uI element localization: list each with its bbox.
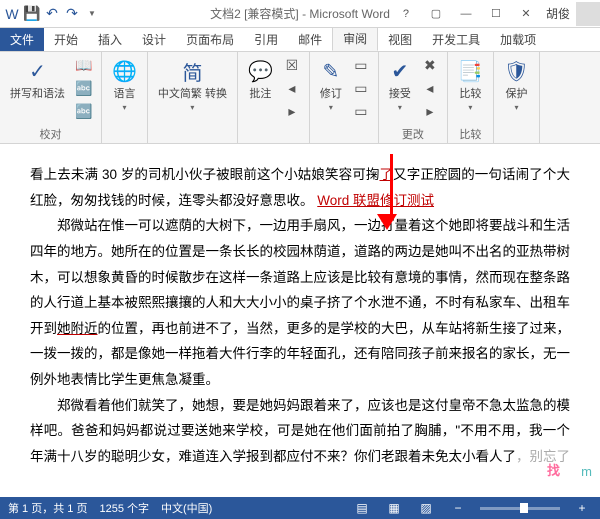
tab-mailings[interactable]: 邮件 (288, 28, 332, 51)
document-content[interactable]: 看上去未满 30 岁的司机小伙子被眼前这个小姑娘笑容可掬了又字正腔圆的一句话闹了… (30, 162, 570, 470)
tracked-text[interactable]: 她附近 (57, 321, 98, 336)
next-comment-icon[interactable]: ▸ (281, 100, 303, 122)
compare-icon: 📑 (458, 56, 483, 86)
delete-comment-icon[interactable]: ☒ (281, 54, 303, 76)
tab-view[interactable]: 视图 (378, 28, 422, 51)
annotation-arrow (385, 154, 397, 230)
qat-dropdown-icon[interactable]: ▼ (84, 6, 100, 22)
group-compare: 📑 比较▾ 比较 (448, 52, 494, 143)
paragraph-2[interactable]: 郑微站在惟一可以遮荫的大树下，一边用手扇风，一边打量着这个她即将要战斗和生活四年… (30, 213, 570, 392)
view-web-icon[interactable]: ▨ (416, 500, 436, 516)
group-protect: 🛡 保护▾ (494, 52, 540, 143)
ribbon-display-icon[interactable]: ▢ (422, 4, 450, 24)
accept-button[interactable]: ✔ 接受▾ (385, 54, 415, 116)
undo-icon[interactable]: ↶ (44, 6, 60, 22)
revision-link[interactable]: Word 联盟修订测试 (317, 193, 434, 208)
minimize-icon[interactable]: — (452, 4, 480, 24)
prev-change-icon[interactable]: ◂ (419, 77, 441, 99)
protect-icon: 🛡 (504, 56, 529, 86)
chinese-convert-button[interactable]: 简 中文简繁 转换▾ (154, 54, 231, 116)
group-proofing: ✓ 拼写和语法 📖 🔤 🔤 校对 (0, 52, 102, 143)
zoom-out-icon[interactable]: − (448, 500, 468, 516)
reviewing-pane-icon[interactable]: ▭ (350, 100, 372, 122)
overlay-text-red: 找 (547, 460, 560, 479)
tab-review[interactable]: 审阅 (332, 26, 378, 51)
redo-icon[interactable]: ↷ (64, 6, 80, 22)
tab-insert[interactable]: 插入 (88, 28, 132, 51)
tab-home[interactable]: 开始 (44, 28, 88, 51)
spelling-button[interactable]: ✓ 拼写和语法 (6, 54, 69, 103)
spelling-icon: ✓ (29, 56, 46, 86)
status-bar: 第 1 页，共 1 页 1255 个字 中文(中国) ▤ ▦ ▨ − + (0, 497, 600, 519)
zoom-in-icon[interactable]: + (572, 500, 592, 516)
ribbon: ✓ 拼写和语法 📖 🔤 🔤 校对 🌐 语言▾ 简 中文简繁 转换▾ 💬 批注 (0, 52, 600, 144)
window-title: 文档2 [兼容模式] - Microsoft Word (210, 5, 390, 22)
define-icon[interactable]: 🔤 (73, 100, 95, 122)
display-select-icon[interactable]: ▭ (350, 54, 372, 76)
language-icon: 🌐 (112, 56, 137, 86)
tab-file[interactable]: 文件 (0, 28, 44, 51)
paragraph-1[interactable]: 看上去未满 30 岁的司机小伙子被眼前这个小姑娘笑容可掬了又字正腔圆的一句话闹了… (30, 162, 570, 213)
ribbon-tabs: 文件 开始 插入 设计 页面布局 引用 邮件 审阅 视图 开发工具 加载项 (0, 28, 600, 52)
protect-button[interactable]: 🛡 保护▾ (500, 54, 533, 116)
document-area[interactable]: 看上去未满 30 岁的司机小伙子被眼前这个小姑娘笑容可掬了又字正腔圆的一句话闹了… (0, 144, 600, 479)
reject-icon[interactable]: ✖ (419, 54, 441, 76)
tab-design[interactable]: 设计 (132, 28, 176, 51)
group-tracking: ✎ 修订▾ ▭ ▭ ▭ (310, 52, 379, 143)
compare-button[interactable]: 📑 比较▾ (454, 54, 487, 116)
group-language: 🌐 语言▾ (102, 52, 148, 143)
prev-comment-icon[interactable]: ◂ (281, 77, 303, 99)
view-print-icon[interactable]: ▦ (384, 500, 404, 516)
save-icon[interactable]: 💾 (24, 6, 40, 22)
status-wordcount[interactable]: 1255 个字 (99, 500, 149, 516)
user-name[interactable]: 胡俊 (542, 5, 574, 22)
group-changes: ✔ 接受▾ ✖ ◂ ▸ 更改 (379, 52, 448, 143)
wordcount-icon[interactable]: 🔤 (73, 77, 95, 99)
maximize-icon[interactable]: ☐ (482, 4, 510, 24)
word-icon: W (4, 6, 20, 22)
accept-icon: ✔ (391, 56, 408, 86)
overlay-text-teal: m (581, 464, 592, 479)
new-comment-button[interactable]: 💬 批注 (244, 54, 277, 103)
tab-layout[interactable]: 页面布局 (176, 28, 244, 51)
help-icon[interactable]: ? (392, 4, 420, 24)
comment-icon: 💬 (248, 56, 273, 86)
avatar[interactable] (576, 2, 600, 26)
chinese-convert-icon: 简 (182, 56, 202, 86)
paragraph-3[interactable]: 郑微看着他们就笑了，她想，要是她妈妈跟着来了，应该也是这付皇帝不急太监急的模样吧… (30, 393, 570, 470)
tab-references[interactable]: 引用 (244, 28, 288, 51)
status-page[interactable]: 第 1 页，共 1 页 (8, 500, 87, 516)
group-chinese: 简 中文简繁 转换▾ (148, 52, 238, 143)
track-icon: ✎ (322, 56, 339, 86)
show-markup-icon[interactable]: ▭ (350, 77, 372, 99)
tab-developer[interactable]: 开发工具 (422, 28, 490, 51)
close-icon[interactable]: ✕ (512, 4, 540, 24)
language-button[interactable]: 🌐 语言▾ (108, 54, 141, 116)
status-language[interactable]: 中文(中国) (161, 500, 212, 516)
track-changes-button[interactable]: ✎ 修订▾ (316, 54, 346, 116)
next-change-icon[interactable]: ▸ (419, 100, 441, 122)
thesaurus-icon[interactable]: 📖 (73, 54, 95, 76)
tab-addins[interactable]: 加载项 (490, 28, 546, 51)
zoom-slider[interactable] (480, 507, 560, 510)
view-read-icon[interactable]: ▤ (352, 500, 372, 516)
title-bar: W 💾 ↶ ↷ ▼ 文档2 [兼容模式] - Microsoft Word ? … (0, 0, 600, 28)
group-comments: 💬 批注 ☒ ◂ ▸ (238, 52, 310, 143)
